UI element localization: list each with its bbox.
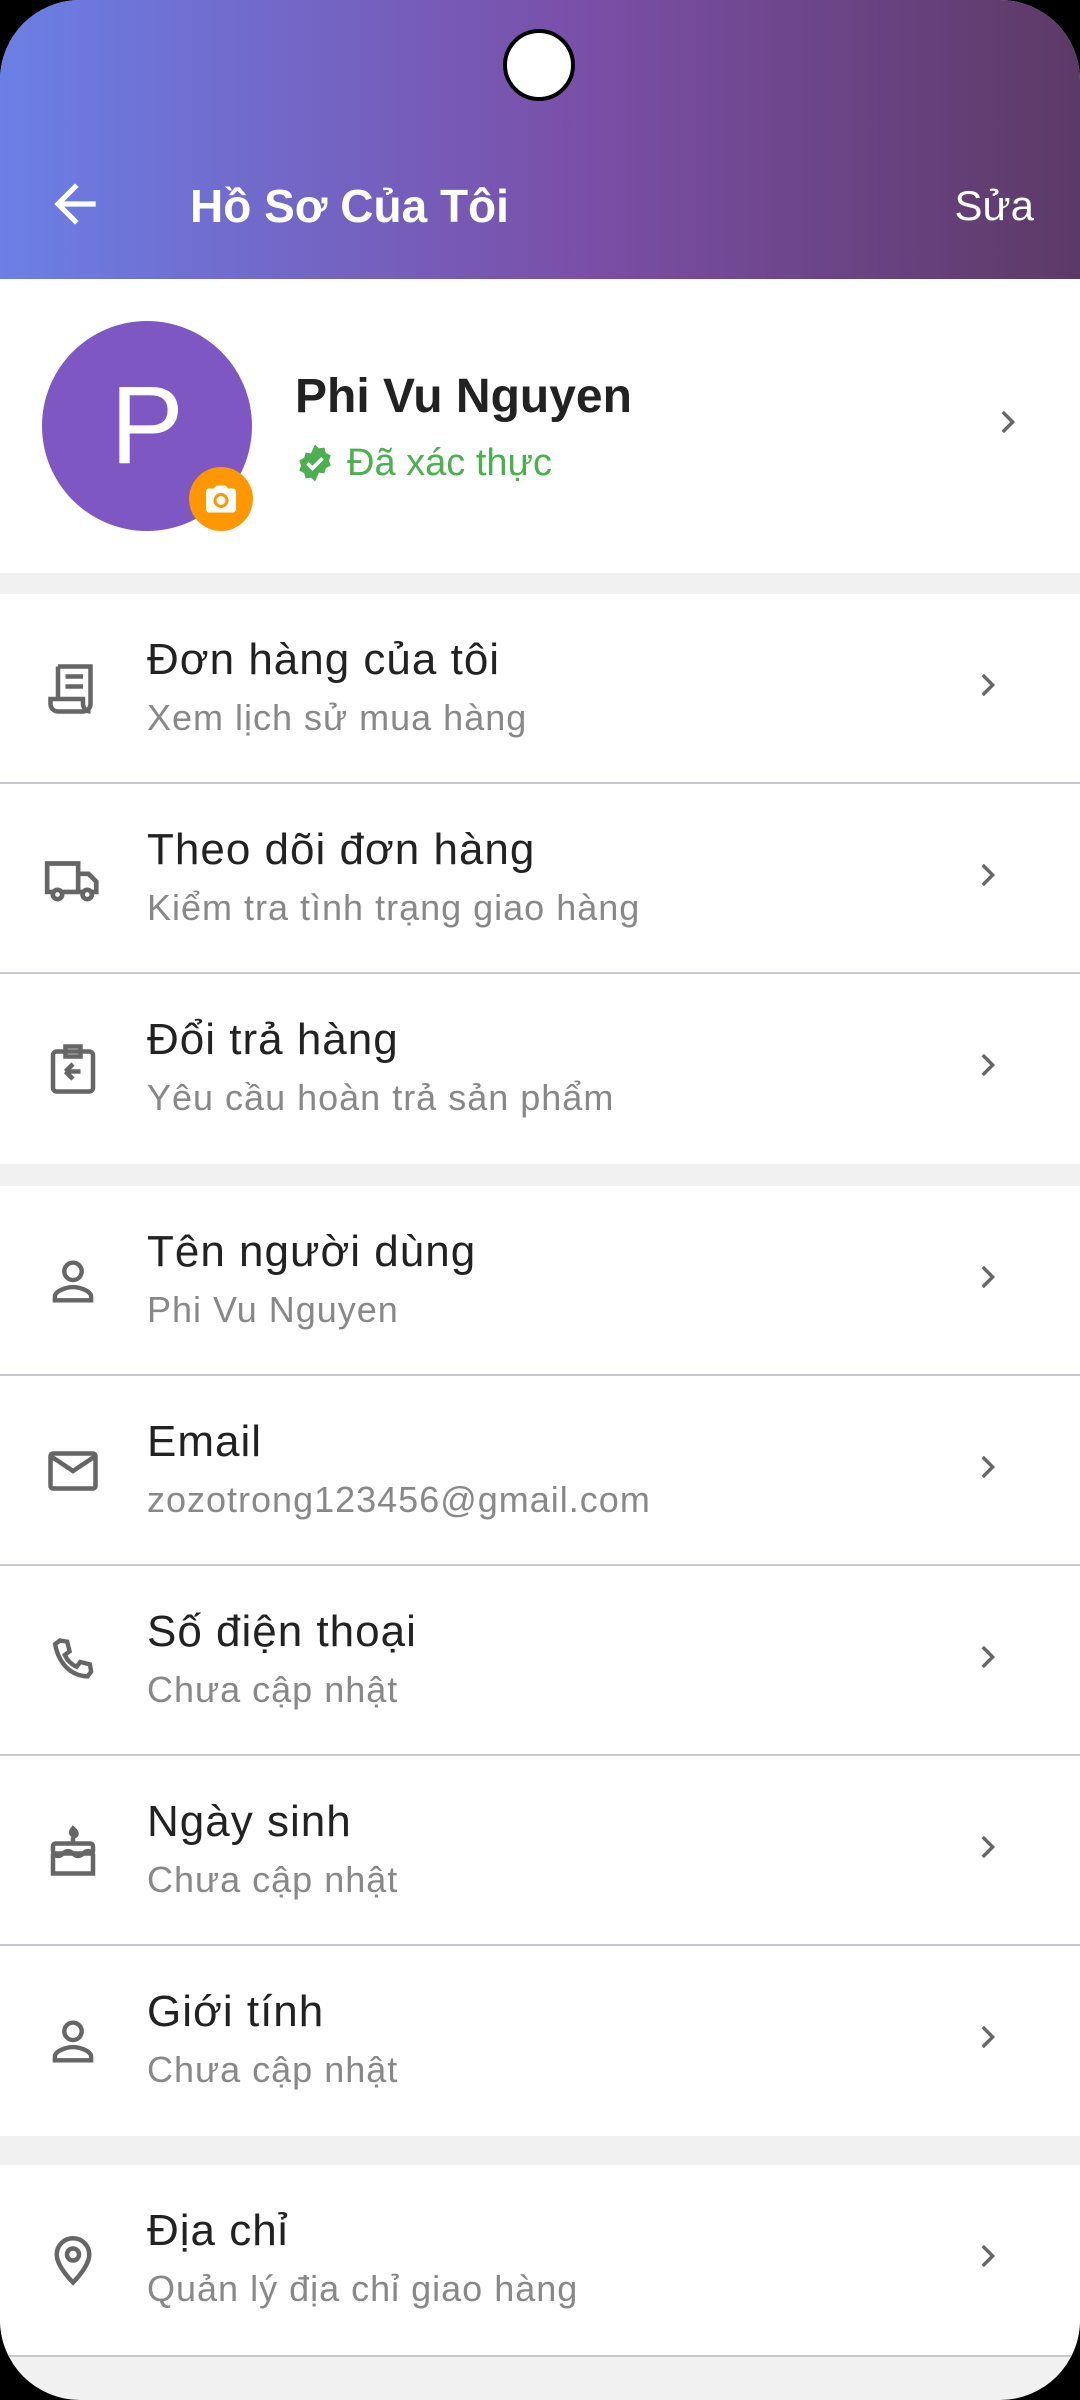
chevron-right-icon [981, 1835, 996, 1859]
chevron-right-icon [981, 863, 996, 887]
chevron-right-icon [981, 2244, 996, 2268]
list-item-phone[interactable]: Số điện thoại Chưa cập nhật [0, 1566, 1080, 1756]
item-subtitle: Kiểm tra tình trạng giao hàng [147, 887, 641, 928]
chevron-right-icon [1001, 410, 1016, 434]
location-icon [40, 2227, 106, 2293]
personal-info-section: Tên người dùng Phi Vu Nguyen Email zozot… [0, 1186, 1080, 2136]
chevron-right-icon [981, 1455, 996, 1479]
verified-badge-icon [299, 444, 331, 482]
verified-label: Đã xác thực [347, 442, 552, 484]
truck-icon [40, 846, 106, 912]
receipt-icon [40, 656, 106, 722]
chevron-right-icon [981, 1265, 996, 1289]
list-item-address[interactable]: Địa chỉ Quản lý địa chỉ giao hàng [0, 2165, 1080, 2357]
item-title: Email [147, 1417, 263, 1466]
orders-section: Đơn hàng của tôi Xem lịch sử mua hàng Th… [0, 594, 1080, 1164]
item-title: Ngày sinh [147, 1797, 352, 1846]
list-item-my-orders[interactable]: Đơn hàng của tôi Xem lịch sử mua hàng [0, 594, 1080, 784]
item-title: Giới tính [147, 1987, 325, 2036]
person-icon [40, 1248, 106, 1314]
app-bar: Hồ Sơ Của Tôi Sửa [0, 0, 1080, 279]
address-section: Địa chỉ Quản lý địa chỉ giao hàng [0, 2165, 1080, 2357]
camera-icon [206, 485, 236, 513]
item-subtitle: Chưa cập nhật [147, 1669, 399, 1710]
page-title: Hồ Sơ Của Tôi [190, 180, 509, 232]
list-item-gender[interactable]: Giới tính Chưa cập nhật [0, 1946, 1080, 2136]
return-icon [40, 1036, 106, 1102]
list-item-return[interactable]: Đổi trả hàng Yêu cầu hoàn trả sản phẩm [0, 974, 1080, 1164]
item-title: Theo dõi đơn hàng [147, 825, 536, 874]
profile-card[interactable]: P Phi Vu Nguyen Đã xác thực [0, 279, 1080, 573]
chevron-right-icon [981, 1645, 996, 1669]
camera-badge[interactable] [189, 467, 253, 531]
cake-icon [40, 1818, 106, 1884]
item-title: Đổi trả hàng [147, 1015, 399, 1064]
phone-icon [40, 1628, 106, 1694]
camera-cutout [503, 29, 575, 101]
item-subtitle: Phi Vu Nguyen [147, 1289, 399, 1330]
mail-icon [40, 1438, 106, 1504]
phone-screen: Hồ Sơ Của Tôi Sửa P Phi Vu Nguyen Đã xác… [0, 0, 1080, 2400]
chevron-right-icon [981, 1053, 996, 1077]
item-subtitle: Xem lịch sử mua hàng [147, 697, 528, 738]
item-subtitle: Quản lý địa chỉ giao hàng [147, 2268, 579, 2309]
person-icon [40, 2008, 106, 2074]
back-arrow-icon[interactable] [44, 173, 106, 235]
list-item-birthday[interactable]: Ngày sinh Chưa cập nhật [0, 1756, 1080, 1946]
list-item-email[interactable]: Email zozotrong123456@gmail.com [0, 1376, 1080, 1566]
item-title: Địa chỉ [147, 2206, 289, 2255]
item-subtitle: Yêu cầu hoàn trả sản phẩm [147, 1077, 615, 1118]
item-subtitle: Chưa cập nhật [147, 2049, 399, 2090]
list-item-username[interactable]: Tên người dùng Phi Vu Nguyen [0, 1186, 1080, 1376]
item-title: Tên người dùng [147, 1227, 477, 1276]
list-item-track-order[interactable]: Theo dõi đơn hàng Kiểm tra tình trạng gi… [0, 784, 1080, 974]
item-title: Số điện thoại [147, 1607, 417, 1656]
chevron-right-icon [981, 2025, 996, 2049]
profile-name: Phi Vu Nguyen [295, 370, 632, 423]
chevron-right-icon [981, 673, 996, 697]
item-title: Đơn hàng của tôi [147, 635, 501, 684]
verified-status: Đã xác thực [295, 439, 552, 487]
item-subtitle: Chưa cập nhật [147, 1859, 399, 1900]
edit-button[interactable]: Sửa [955, 176, 1035, 236]
item-subtitle: zozotrong123456@gmail.com [147, 1479, 651, 1520]
